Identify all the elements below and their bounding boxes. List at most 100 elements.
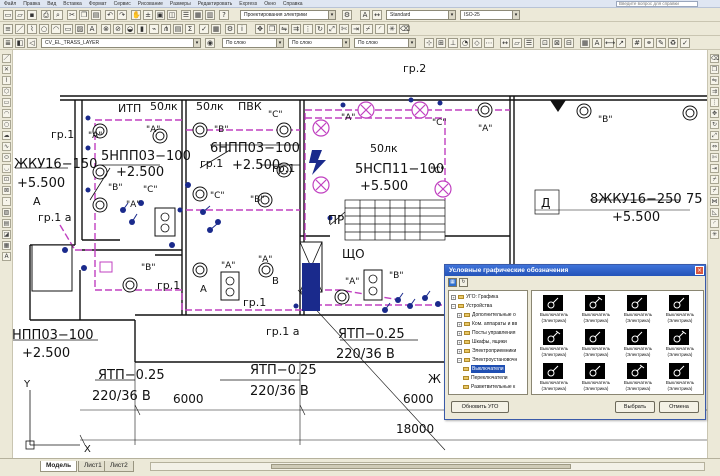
line-icon[interactable]: ／ (15, 24, 25, 34)
point-icon[interactable]: · (2, 197, 11, 206)
snap-icon[interactable]: ⊹ (424, 38, 434, 48)
trim-icon[interactable]: ✄ (339, 24, 349, 34)
zoom-icon[interactable]: ⌕ (53, 10, 63, 20)
join-icon[interactable]: ⋈ (710, 197, 719, 206)
layer-manager-icon[interactable]: ≣ (3, 38, 13, 48)
close-icon[interactable]: × (695, 266, 704, 275)
ellipse-icon[interactable]: ⬭ (2, 153, 11, 162)
help-icon[interactable]: ? (219, 10, 229, 20)
polyline-icon[interactable]: ⌇ (27, 24, 37, 34)
expand-icon[interactable]: + (457, 339, 462, 345)
layer-icon[interactable]: ≡ (3, 24, 13, 34)
tool-palette-icon[interactable]: ▥ (205, 10, 215, 20)
tree-node[interactable]: + УГО: Графика (451, 293, 498, 301)
leader-icon[interactable]: ↗ (616, 38, 626, 48)
explode-icon[interactable]: ✳ (387, 24, 397, 34)
grid-view-icon[interactable]: ▦ (448, 278, 457, 287)
symbol-cell[interactable]: Выключатель (Электрика) (662, 362, 698, 394)
move-icon[interactable]: ✥ (710, 109, 719, 118)
cable-route-icon[interactable]: ⌁ (149, 24, 159, 34)
expand-icon[interactable]: + (457, 321, 462, 327)
layer-previous-icon[interactable]: ◁ (27, 38, 37, 48)
settings-icon[interactable]: ⚙ (225, 24, 235, 34)
area-icon[interactable]: ▱ (512, 38, 522, 48)
make-block-icon[interactable]: ⊠ (2, 186, 11, 195)
printer-icon[interactable]: ⎙ (41, 10, 51, 20)
symbol-cell[interactable]: Выключатель (Электрика) (536, 362, 572, 394)
dim-style-combo[interactable]: ISO-25 ▾ (460, 10, 520, 20)
mirror-icon[interactable]: ⇋ (279, 24, 289, 34)
collapse-icon[interactable]: − (451, 303, 456, 309)
insert-block-icon[interactable]: ⊡ (2, 175, 11, 184)
scale-icon[interactable]: ⤢ (710, 131, 719, 140)
extend-icon[interactable]: ⇥ (351, 24, 361, 34)
spline-icon[interactable]: ∿ (2, 142, 11, 151)
zoom-window-icon[interactable]: ▣ (155, 10, 165, 20)
tree-node[interactable]: + Посты управления (457, 329, 515, 337)
tree-node[interactable]: + Ком. аппараты и вв (457, 320, 517, 328)
osnap-icon[interactable]: ◇ (472, 38, 482, 48)
redo-icon[interactable]: ↷ (117, 10, 127, 20)
audit-icon[interactable]: ✓ (680, 38, 690, 48)
extend-icon[interactable]: ⇥ (710, 164, 719, 173)
rotate-icon[interactable]: ↻ (710, 120, 719, 129)
expand-icon[interactable]: + (457, 312, 462, 318)
matchprop-icon[interactable]: ✎ (656, 38, 666, 48)
block-create-icon[interactable]: ⊠ (552, 38, 562, 48)
lamp-icon[interactable]: ⊗ (101, 24, 111, 34)
circle-icon[interactable]: ○ (39, 24, 49, 34)
menu-item[interactable]: Правка (23, 0, 40, 8)
menu-item[interactable]: Формат (89, 0, 107, 8)
polar-icon[interactable]: ◔ (460, 38, 470, 48)
properties-icon[interactable]: ☰ (181, 10, 191, 20)
symbol-cell[interactable]: Выключатель (Электрика) (536, 328, 572, 361)
circle-icon[interactable]: ○ (2, 120, 11, 129)
copy-object-icon[interactable]: ❐ (710, 65, 719, 74)
hatch-icon[interactable]: ▨ (75, 24, 85, 34)
symbol-cell[interactable]: Выключатель (Электрика) (620, 294, 656, 327)
gradient-icon[interactable]: ▤ (2, 219, 11, 228)
symbol-cell[interactable]: Выключатель (Электрика) (536, 294, 572, 327)
save-disk-icon[interactable]: ▪ (27, 10, 37, 20)
make-current-icon[interactable]: ◉ (205, 38, 215, 48)
mirror-icon[interactable]: ⇋ (710, 76, 719, 85)
line-icon[interactable]: ／ (2, 54, 11, 63)
symbol-palette-window[interactable]: Условные графические обозначения × ▦ ↻ +… (444, 264, 706, 420)
pan-hand-icon[interactable]: ✋ (131, 10, 141, 20)
hyperlink-icon[interactable]: ⚭ (644, 38, 654, 48)
workspace-settings-icon[interactable]: ⚙ (342, 10, 352, 20)
ellipse-arc-icon[interactable]: ◡ (2, 164, 11, 173)
explode-icon[interactable]: ✳ (710, 230, 719, 239)
paste-icon[interactable]: ▤ (91, 10, 101, 20)
stretch-icon[interactable]: ⇔ (710, 142, 719, 151)
menu-item[interactable]: Вид (47, 0, 56, 8)
expand-icon[interactable]: + (451, 294, 456, 300)
horizontal-scrollbar[interactable] (150, 462, 705, 471)
rotate-icon[interactable]: ↻ (315, 24, 325, 34)
dimension-icon[interactable]: ⟷ (604, 38, 615, 48)
help-question-input[interactable]: Введите вопрос для справки (616, 1, 698, 7)
break-icon[interactable]: ⌿ (363, 24, 373, 34)
dim-style-icon[interactable]: ↔ (372, 10, 382, 20)
block-insert-icon[interactable]: ⊡ (540, 38, 550, 48)
tree-node[interactable]: − Устройства (451, 302, 492, 310)
calc-icon[interactable]: Σ (185, 24, 195, 34)
region-icon[interactable]: ◪ (2, 230, 11, 239)
layer-state-icon[interactable]: ◧ (15, 38, 25, 48)
scale-icon[interactable]: ⤢ (327, 24, 337, 34)
mtext-icon[interactable]: A (592, 38, 602, 48)
menu-item[interactable]: Вставка (63, 0, 82, 8)
cancel-button[interactable]: Отмена (659, 401, 699, 413)
zoom-realtime-icon[interactable]: ± (143, 10, 153, 20)
symbol-cell[interactable]: Выключатель (Электрика) (620, 328, 656, 361)
group-icon[interactable]: ⋔ (161, 24, 171, 34)
symbol-cell[interactable]: Выключатель (Электрика) (578, 294, 614, 327)
text-icon[interactable]: A (87, 24, 97, 34)
select-button[interactable]: Выбрать (615, 401, 655, 413)
menu-item[interactable]: Окно (264, 0, 276, 8)
tree-node[interactable]: + Шкафы, ящики (457, 338, 507, 346)
array-icon[interactable]: ⋮ (710, 98, 719, 107)
symbol-grid[interactable]: Выключатель (Электрика) Выключатель (Элек… (531, 290, 704, 395)
tab-model[interactable]: Модель (40, 461, 78, 472)
symbol-cell[interactable]: Выключатель (Электрика) (578, 328, 614, 361)
